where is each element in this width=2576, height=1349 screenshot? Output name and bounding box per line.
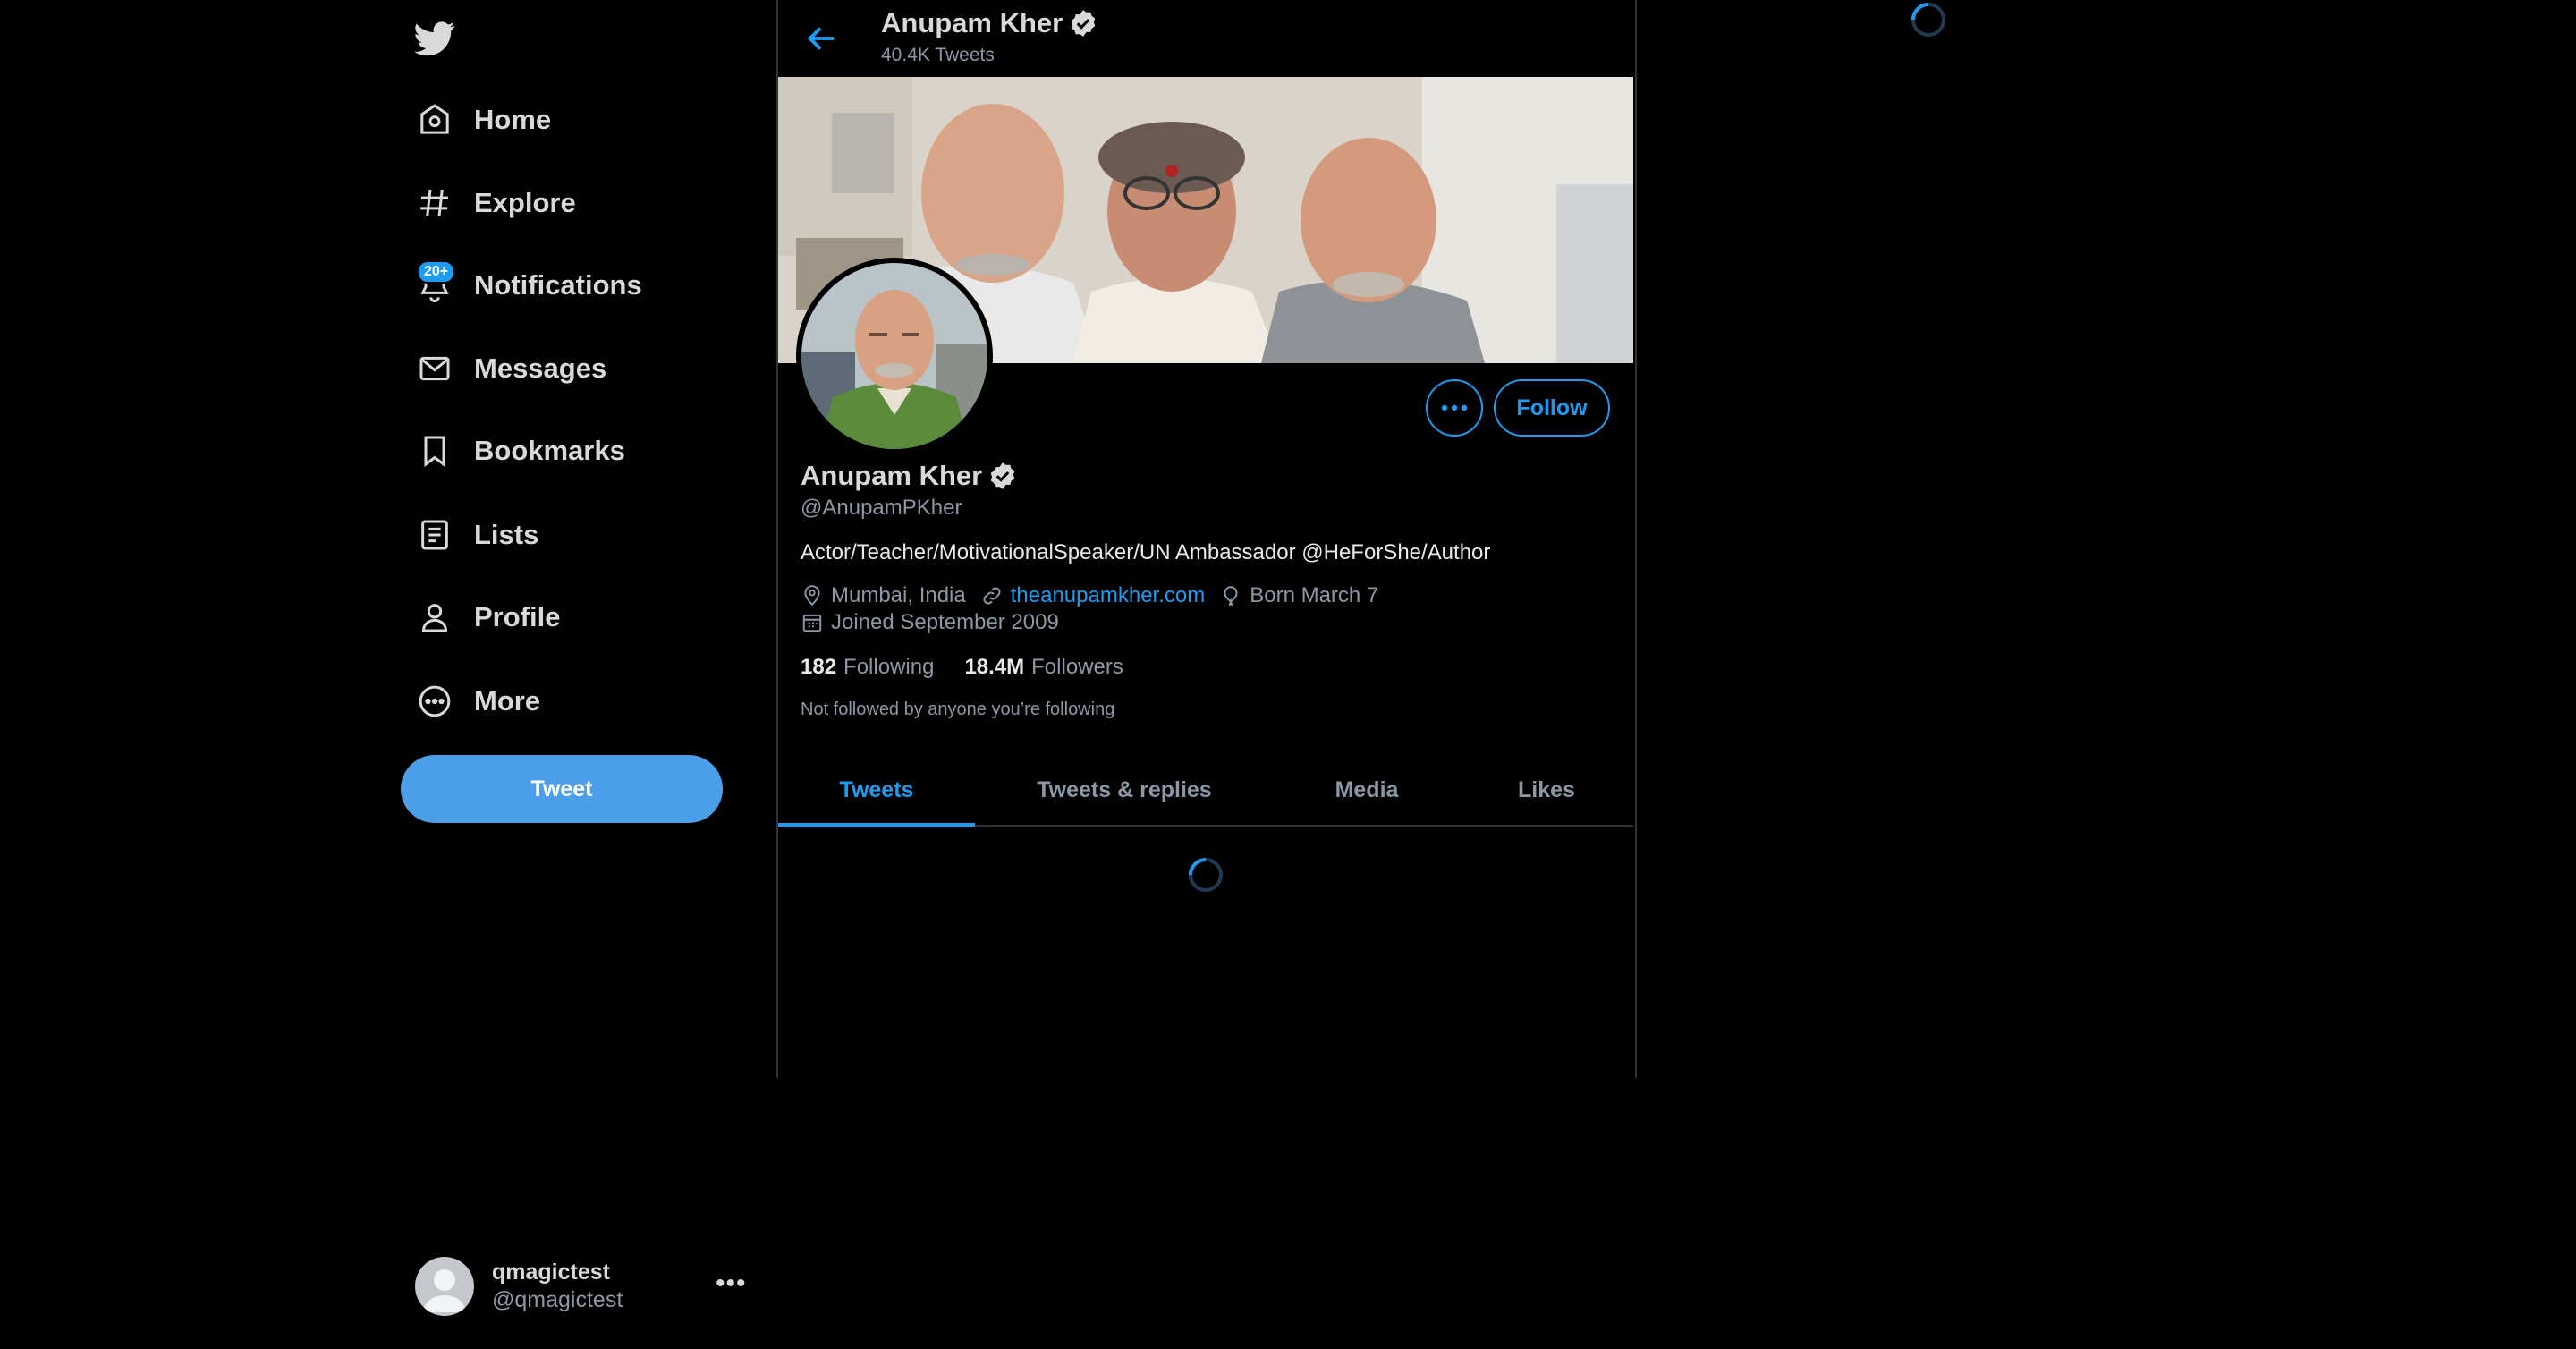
account-more-icon[interactable]: ••• (716, 1268, 747, 1299)
account-handle: @qmagictest (492, 1287, 623, 1312)
sidebar-item-more[interactable]: More (401, 669, 540, 734)
sidebar-item-label: Lists (474, 519, 539, 550)
avatar (415, 1257, 474, 1316)
link-icon (983, 587, 1001, 605)
sidebar-item-lists[interactable]: Lists (401, 503, 538, 567)
balloon-icon (1224, 586, 1238, 606)
sidebar-item-label: Profile (474, 601, 561, 632)
followers-label: Followers (1031, 655, 1123, 679)
more-horizontal-icon (1441, 404, 1468, 411)
notification-badge: 20+ (417, 260, 456, 284)
followers-count-link[interactable]: 18.4M Followers (964, 655, 1123, 680)
calendar-icon (802, 614, 822, 632)
location-item: Mumbai, India (801, 583, 966, 608)
sidebar-item-label: Bookmarks (474, 435, 625, 466)
bell-icon: 20+ (401, 260, 469, 309)
header-title: Anupam Kher (881, 7, 1098, 39)
follow-counts: 182 Following 18.4M Followers (801, 655, 1154, 680)
profile-location: Mumbai, India (831, 583, 966, 607)
sidebar-item-messages[interactable]: Messages (401, 336, 606, 401)
followers-count: 18.4M (964, 655, 1025, 679)
more-circle-icon (401, 678, 469, 725)
account-name: qmagictest (492, 1260, 610, 1285)
sidebar-item-notifications[interactable]: 20+ Notifications (401, 253, 642, 318)
sidebar-item-home[interactable]: Home (401, 88, 551, 152)
verified-badge-icon (987, 461, 1018, 491)
sidebar-item-label: Home (474, 104, 552, 135)
envelope-icon (401, 345, 469, 392)
account-switcher[interactable]: qmagictest @qmagictest (415, 1252, 755, 1320)
sidebar-item-bookmarks[interactable]: Bookmarks (401, 419, 625, 483)
following-count: 182 (801, 655, 837, 679)
location-pin-icon (804, 585, 820, 607)
follow-button[interactable]: Follow (1494, 379, 1610, 437)
tweet-button[interactable]: Tweet (401, 755, 723, 823)
list-icon (401, 512, 469, 558)
home-icon (401, 97, 469, 143)
sidebar-item-explore[interactable]: Explore (401, 171, 576, 235)
back-arrow-icon[interactable] (801, 18, 843, 59)
profile-more-button[interactable] (1426, 379, 1483, 437)
website-item: theanupamkher.com (980, 583, 1205, 608)
tab-tweets-replies[interactable]: Tweets & replies (975, 755, 1274, 825)
bookmark-icon (401, 428, 469, 474)
hashtag-icon (401, 180, 469, 226)
not-followed-notice: Not followed by anyone you’re following (801, 700, 1115, 719)
header-name: Anupam Kher (881, 7, 1063, 38)
tab-likes[interactable]: Likes (1460, 755, 1633, 825)
sidebar-item-label: More (474, 685, 541, 717)
profile-website-link[interactable]: theanupamkher.com (1011, 583, 1205, 608)
profile-name-row: Anupam Kher (801, 460, 1018, 492)
joined-item: Joined September 2009 (801, 610, 1059, 635)
person-icon (401, 594, 469, 641)
following-count-link[interactable]: 182 Following (801, 655, 934, 680)
sidebar-item-label: Notifications (474, 269, 642, 301)
sidebar-item-label: Explore (474, 187, 576, 218)
sidebar-item-profile[interactable]: Profile (401, 585, 560, 649)
profile-tabs: Tweets Tweets & replies Media Likes (778, 755, 1633, 827)
profile-joined-row: Joined September 2009 (801, 610, 1073, 635)
profile-joined: Joined September 2009 (831, 610, 1059, 634)
loading-spinner-icon (1188, 857, 1224, 893)
birthday-item: Born March 7 (1219, 583, 1378, 608)
profile-birthday: Born March 7 (1250, 583, 1379, 607)
loading-spinner-icon (1911, 2, 1946, 38)
profile-bio: Actor/Teacher/MotivationalSpeaker/UN Amb… (801, 540, 1491, 564)
tab-tweets[interactable]: Tweets (778, 755, 975, 827)
profile-name: Anupam Kher (801, 460, 983, 491)
following-label: Following (843, 655, 935, 679)
twitter-logo-icon[interactable] (414, 18, 455, 59)
profile-meta-row: Mumbai, India theanupamkher.com Born Mar… (801, 583, 1393, 608)
sidebar-item-label: Messages (474, 352, 607, 384)
tab-media[interactable]: Media (1274, 755, 1460, 825)
verified-badge-icon (1068, 8, 1098, 38)
profile-avatar[interactable] (796, 258, 993, 454)
header-tweet-count: 40.4K Tweets (881, 45, 995, 65)
profile-handle: @AnupamPKher (801, 496, 962, 520)
